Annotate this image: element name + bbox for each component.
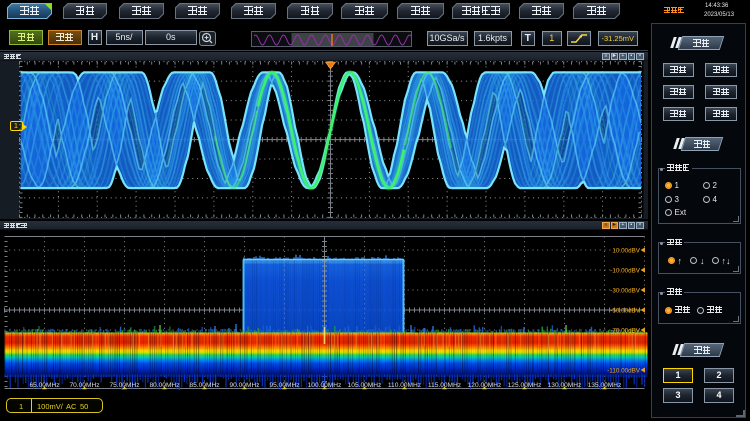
svg-text:-70.00dBV: -70.00dBV — [610, 327, 641, 334]
svg-text:10.00dBV: 10.00dBV — [612, 247, 640, 254]
svg-text:-10.00dBV: -10.00dBV — [610, 267, 641, 274]
svg-text:-50.00dBV: -50.00dBV — [610, 307, 641, 314]
svg-text:-110.00dBV: -110.00dBV — [607, 367, 641, 374]
svg-text:-30.00dBV: -30.00dBV — [610, 287, 641, 294]
